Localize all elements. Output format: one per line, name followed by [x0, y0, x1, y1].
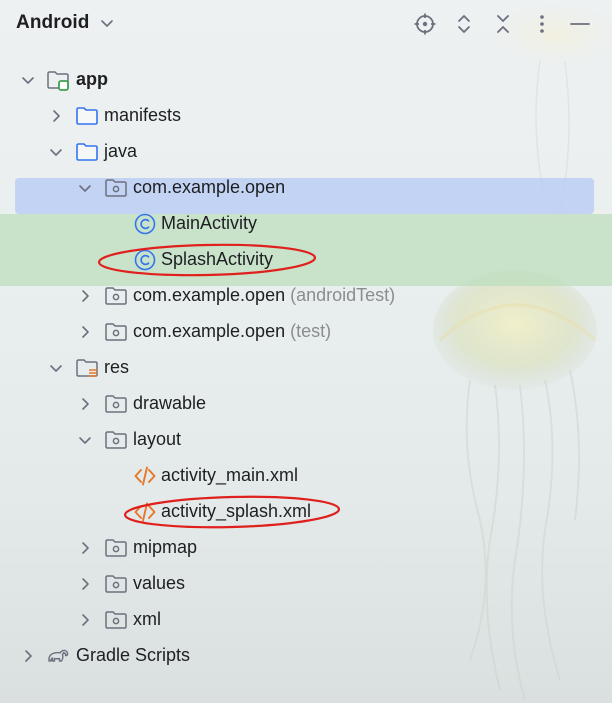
tree-item-label: MainActivity [161, 213, 258, 233]
tree-item-layout[interactable]: layout [0, 422, 612, 458]
tree-item-label: mipmap [133, 537, 198, 557]
tree-item-package-test[interactable]: com.example.open (test) [0, 314, 612, 350]
chevron-right-icon[interactable] [77, 324, 93, 340]
chevron-right-icon[interactable] [48, 108, 64, 124]
tree-item-label: Gradle Scripts [76, 645, 191, 665]
chevron-right-icon[interactable] [77, 576, 93, 592]
chevron-right-icon[interactable] [77, 540, 93, 556]
chevron-right-icon[interactable] [77, 612, 93, 628]
tree-item-drawable[interactable]: drawable [0, 386, 612, 422]
package-icon [105, 611, 127, 629]
source-set-suffix: (test) [290, 321, 332, 341]
tree-item-label: com.example.open (androidTest) [133, 285, 395, 306]
tree-item-splash-activity[interactable]: SplashActivity [0, 242, 612, 278]
gradle-elephant-icon [48, 649, 69, 662]
tree-item-label: values [133, 573, 186, 593]
chevron-right-icon[interactable] [20, 648, 36, 664]
package-name: com.example.open [133, 285, 286, 305]
package-icon [105, 395, 127, 413]
tree-item-label: layout [133, 429, 182, 449]
expand-all-button[interactable] [450, 10, 478, 38]
tree-item-app[interactable]: app [0, 62, 612, 98]
tree-item-package-android-test[interactable]: com.example.open (androidTest) [0, 278, 612, 314]
module-folder-icon [47, 71, 69, 91]
package-icon [105, 575, 127, 593]
tree-item-label: SplashActivity [161, 249, 274, 269]
class-icon [134, 249, 156, 271]
expand-all-icon [458, 15, 470, 33]
folder-icon [76, 143, 98, 161]
project-panel-header: Android [0, 0, 612, 46]
tree-item-activity-main-xml[interactable]: activity_main.xml [0, 458, 612, 494]
tree-item-res[interactable]: res [0, 350, 612, 386]
panel-view-title[interactable]: Android [16, 12, 90, 34]
chevron-down-icon[interactable] [77, 432, 93, 448]
tree-item-label: manifests [104, 105, 182, 125]
chevron-right-icon[interactable] [77, 288, 93, 304]
tree-item-label: app [76, 69, 109, 89]
locate-button[interactable] [411, 10, 439, 38]
tree-item-label: drawable [133, 393, 207, 413]
xml-file-icon [134, 502, 156, 522]
tree-item-mipmap[interactable]: mipmap [0, 530, 612, 566]
tree-item-main-activity[interactable]: MainActivity [0, 206, 612, 242]
xml-file-icon [134, 466, 156, 486]
folder-icon [76, 107, 98, 125]
more-options-icon [540, 15, 544, 33]
tree-item-xml[interactable]: xml [0, 602, 612, 638]
package-icon [105, 431, 127, 449]
options-button[interactable] [528, 10, 556, 38]
tree-item-label: activity_main.xml [161, 465, 299, 485]
minimize-icon [570, 23, 590, 25]
chevron-right-icon[interactable] [77, 396, 93, 412]
tree-item-label: java [104, 141, 138, 161]
tree-item-values[interactable]: values [0, 566, 612, 602]
tree-item-activity-splash-xml[interactable]: activity_splash.xml [0, 494, 612, 530]
chevron-down-icon[interactable] [20, 72, 36, 88]
class-icon [134, 213, 156, 235]
tree-item-java[interactable]: java [0, 134, 612, 170]
package-icon [105, 287, 127, 305]
tree-item-label: xml [133, 609, 161, 629]
chevron-down-icon[interactable] [77, 180, 93, 196]
collapse-all-button[interactable] [489, 10, 517, 38]
collapse-all-icon [497, 15, 509, 33]
locate-crosshair-icon [414, 13, 436, 35]
tree-item-label: activity_splash.xml [161, 501, 312, 521]
chevron-down-icon[interactable] [48, 144, 64, 160]
package-name: com.example.open [133, 321, 286, 341]
chevron-down-icon[interactable] [99, 15, 115, 31]
chevron-down-icon[interactable] [48, 360, 64, 376]
package-icon [105, 323, 127, 341]
resources-folder-icon [76, 359, 98, 377]
tree-item-gradle-scripts[interactable]: Gradle Scripts [0, 638, 612, 674]
package-icon [105, 179, 127, 197]
package-icon [105, 539, 127, 557]
tree-item-manifests[interactable]: manifests [0, 98, 612, 134]
tree-item-label: com.example.open [133, 177, 286, 197]
tree-item-label: com.example.open (test) [133, 321, 331, 342]
tree-item-label: res [104, 357, 130, 377]
tree-item-package-main[interactable]: com.example.open [0, 170, 612, 206]
source-set-suffix: (androidTest) [290, 285, 396, 305]
hide-panel-button[interactable] [566, 10, 594, 38]
